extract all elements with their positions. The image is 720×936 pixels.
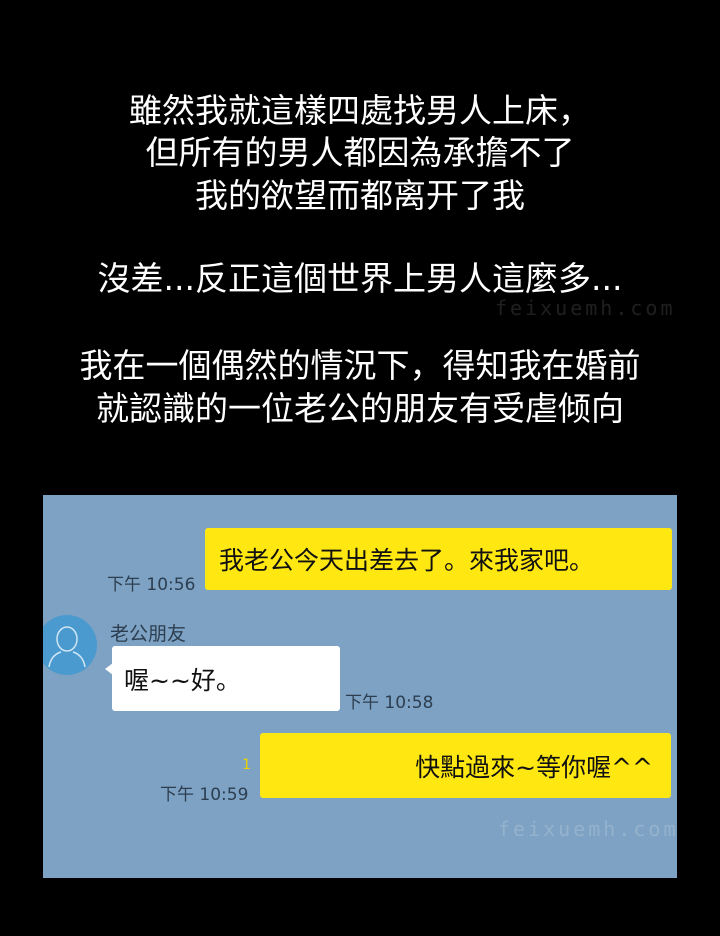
chat-window: 我老公今天出差去了。來我家吧。 下午 10:56 老公朋友 喔~~好。 下午 1… [43, 495, 677, 878]
message-bubble-sent: 我老公今天出差去了。來我家吧。 [205, 528, 672, 590]
narration-line: 但所有的男人都因為承擔不了 [145, 133, 575, 172]
unread-count: 1 [242, 757, 251, 773]
message-time: 下午 10:56 [107, 575, 196, 595]
narration-line: 雖然我就這樣四處找男人上床， [129, 91, 591, 130]
message-time: 下午 10:58 [345, 693, 434, 713]
message-bubble-sent: 快點過來~等你喔^^ [260, 733, 671, 798]
sender-name: 老公朋友 [110, 623, 187, 645]
avatar[interactable] [43, 615, 97, 675]
message-time: 下午 10:59 [160, 785, 249, 805]
message-text: 喔~~好。 [124, 665, 241, 695]
watermark: feixuemh.com [495, 296, 676, 320]
message-text: 快點過來~等你喔^^ [415, 752, 653, 782]
message-bubble-received: 喔~~好。 [112, 646, 340, 711]
message-text: 我老公今天出差去了。來我家吧。 [219, 546, 595, 575]
user-silhouette-icon [48, 626, 86, 668]
narration-line: 我在一個偶然的情況下，得知我在婚前 [79, 346, 641, 385]
narration-line: 就認識的一位老公的朋友有受虐倾向 [96, 389, 624, 428]
watermark: feixuemh.com [498, 817, 677, 841]
narration-line: 我的欲望而都离开了我 [195, 176, 525, 215]
narration-line: 沒差...反正這個世界上男人這麼多... [97, 259, 623, 298]
